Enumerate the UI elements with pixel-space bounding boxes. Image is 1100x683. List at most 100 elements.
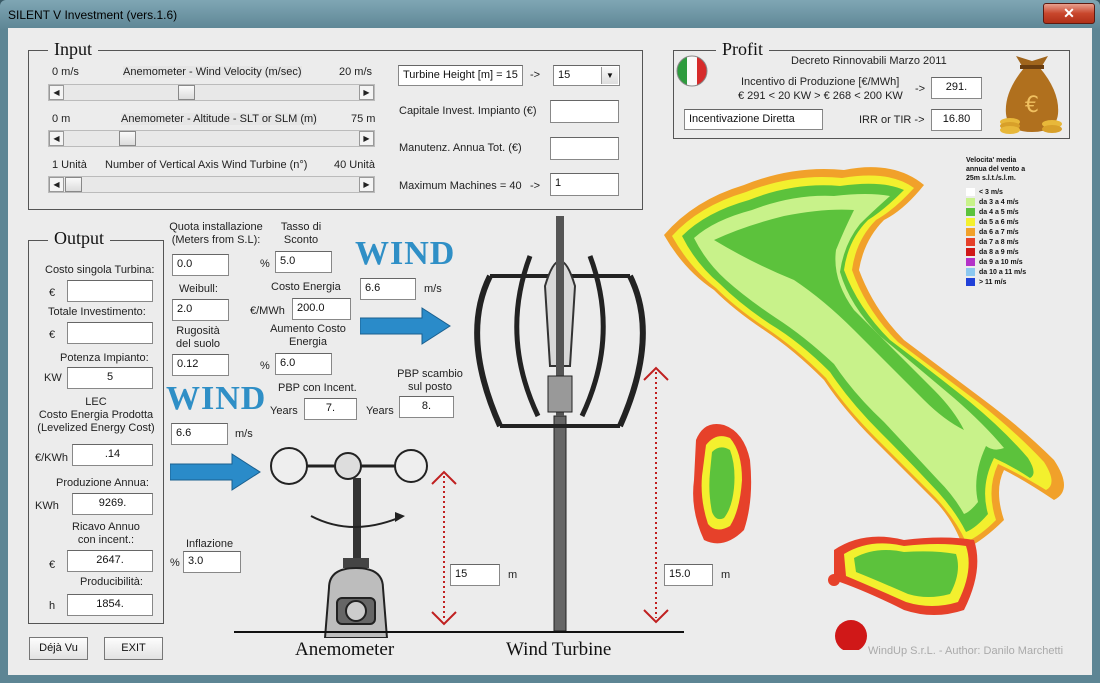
scroll-right-arrow-icon[interactable]: ▶ — [359, 177, 374, 192]
ricavo-field[interactable]: 2647. — [67, 550, 153, 572]
legend-item: da 6 a 7 m/s — [966, 227, 1066, 237]
velocity-slider[interactable]: ◀ ▶ — [48, 84, 375, 101]
costo-energia-unit: €/MWh — [250, 305, 285, 317]
capitale-field[interactable] — [550, 100, 619, 123]
legend-title-line1: Velocita' media — [966, 157, 1017, 164]
tasso-unit: % — [260, 258, 270, 270]
wind-speed-low-field[interactable]: 6.6 — [171, 423, 228, 445]
chevron-down-icon[interactable]: ▼ — [601, 67, 618, 84]
weibull-field[interactable]: 2.0 — [172, 299, 229, 321]
legend-swatch — [966, 238, 975, 246]
close-button[interactable]: ✕ — [1043, 3, 1095, 24]
legend-item: da 8 a 9 m/s — [966, 247, 1066, 257]
units-max: 40 Unità — [334, 159, 375, 171]
velocity-label: Anemometer - Wind Velocity (m/sec) — [123, 66, 302, 78]
dejavu-button[interactable]: Déjà Vu — [29, 637, 88, 660]
legend-label: da 3 a 4 m/s — [979, 198, 1019, 206]
totale-field[interactable] — [67, 322, 153, 344]
scroll-left-arrow-icon[interactable]: ◀ — [49, 131, 64, 146]
legend-swatch — [966, 188, 975, 196]
scroll-right-arrow-icon[interactable]: ▶ — [359, 85, 374, 100]
producibilita-field[interactable]: 1854. — [67, 594, 153, 616]
italian-flag-icon — [676, 55, 708, 87]
legend-item: > 11 m/s — [966, 277, 1066, 287]
legend-item: da 7 a 8 m/s — [966, 237, 1066, 247]
costo-energia-label: Costo Energia — [271, 281, 341, 293]
turbine-height-arrow: -> — [530, 69, 541, 81]
legend-label: da 10 a 11 m/s — [979, 268, 1027, 276]
wind-label-low: WIND — [166, 380, 267, 417]
anemometer-illustration — [270, 447, 428, 638]
lec-line2: Costo Energia Prodotta — [38, 409, 154, 421]
rugosita-line2: del suolo — [175, 338, 221, 350]
units-slider-thumb[interactable] — [65, 177, 82, 192]
legend-label: > 11 m/s — [979, 278, 1007, 286]
produzione-label: Produzione Annua: — [56, 477, 149, 489]
legend-swatch — [966, 208, 975, 216]
altitude-slider-thumb[interactable] — [119, 131, 136, 146]
incentivazione-field[interactable]: Incentivazione Diretta — [684, 109, 823, 130]
turbine-height-select[interactable]: 15 ▼ — [553, 65, 620, 86]
map-legend: Velocita' media annua del vento a 25m s.… — [966, 156, 1066, 287]
rugosita-field[interactable]: 0.12 — [172, 354, 229, 376]
legend-label: da 8 a 9 m/s — [979, 248, 1019, 256]
legend-item: da 5 a 6 m/s — [966, 217, 1066, 227]
ricavo-line2: con incent.: — [77, 534, 135, 546]
lec-field[interactable]: .14 — [72, 444, 153, 466]
velocity-slider-thumb[interactable] — [178, 85, 195, 100]
ricavo-label: Ricavo Annuo con incent.: — [48, 521, 164, 547]
pbp-scambio-line1: PBP scambio — [397, 368, 463, 380]
potenza-field[interactable]: 5 — [67, 367, 153, 389]
window-title: SILENT V Investment (vers.1.6) — [8, 8, 178, 22]
scroll-left-arrow-icon[interactable]: ◀ — [49, 177, 64, 192]
incentivo-arrow: -> — [915, 83, 926, 95]
altitude-min: 0 m — [52, 113, 71, 125]
pbp-scambio-label: PBP scambio sul posto — [390, 368, 470, 394]
incentivo-field[interactable]: 291. — [931, 77, 982, 99]
totale-unit: € — [49, 329, 56, 341]
title-bar[interactable]: SILENT V Investment (vers.1.6) ✕ — [0, 0, 1100, 28]
client-area: Input 0 m/s Anemometer - Wind Velocity (… — [8, 28, 1092, 675]
wind-arrow-low-icon — [170, 453, 261, 491]
lec-unit: €/KWh — [35, 452, 69, 464]
legend-swatch — [966, 268, 975, 276]
manutenz-field[interactable] — [550, 137, 619, 160]
svg-text:€: € — [1025, 93, 1039, 118]
altitude-slider[interactable]: ◀ ▶ — [48, 130, 375, 147]
legend-label: < 3 m/s — [979, 188, 1003, 196]
scroll-left-arrow-icon[interactable]: ◀ — [49, 85, 64, 100]
pbp-incent-label: PBP con Incent. — [278, 382, 357, 394]
tasso-field[interactable]: 5.0 — [275, 251, 332, 273]
rugosita-label: Rugosità del suolo — [164, 325, 232, 351]
pbp-incent-field[interactable]: 7. — [304, 398, 357, 420]
wind-speed-top-field[interactable]: 6.6 — [360, 278, 416, 300]
app-window: SILENT V Investment (vers.1.6) ✕ Input 0… — [0, 0, 1100, 683]
legend-swatch — [966, 198, 975, 206]
exit-button[interactable]: EXIT — [104, 637, 163, 660]
irr-field[interactable]: 16.80 — [931, 109, 982, 131]
turbine-height-label: Turbine Height [m] = 15 — [398, 65, 523, 86]
produzione-unit: KWh — [35, 500, 59, 512]
aumento-field[interactable]: 6.0 — [275, 353, 332, 375]
costo-energia-field[interactable]: 200.0 — [292, 298, 351, 320]
producibilita-unit: h — [49, 600, 56, 612]
max-machines-field[interactable]: 1 — [550, 173, 619, 196]
legend-swatch — [966, 278, 975, 286]
units-slider[interactable]: ◀ ▶ — [48, 176, 375, 193]
pbp-scambio-field[interactable]: 8. — [399, 396, 454, 418]
produzione-field[interactable]: 9269. — [72, 493, 153, 515]
scroll-right-arrow-icon[interactable]: ▶ — [359, 131, 374, 146]
pbp-scambio-line2: sul posto — [407, 381, 453, 393]
decreto-label: Decreto Rinnovabili Marzo 2011 — [791, 55, 947, 67]
ricavo-line1: Ricavo Annuo — [72, 521, 140, 533]
aumento-unit: % — [260, 360, 270, 372]
quota-field[interactable]: 0.0 — [172, 254, 229, 276]
legend-swatch — [966, 218, 975, 226]
legend-title-line2: annua del vento a — [966, 166, 1026, 173]
wind-turbine-illustration — [474, 216, 646, 631]
inflazione-unit: % — [170, 557, 180, 569]
inflazione-field[interactable]: 3.0 — [183, 551, 241, 573]
pbp-scambio-unit: Years — [366, 405, 394, 417]
costo-turbina-field[interactable] — [67, 280, 153, 302]
anemometer-height-arrow-icon — [431, 470, 457, 626]
